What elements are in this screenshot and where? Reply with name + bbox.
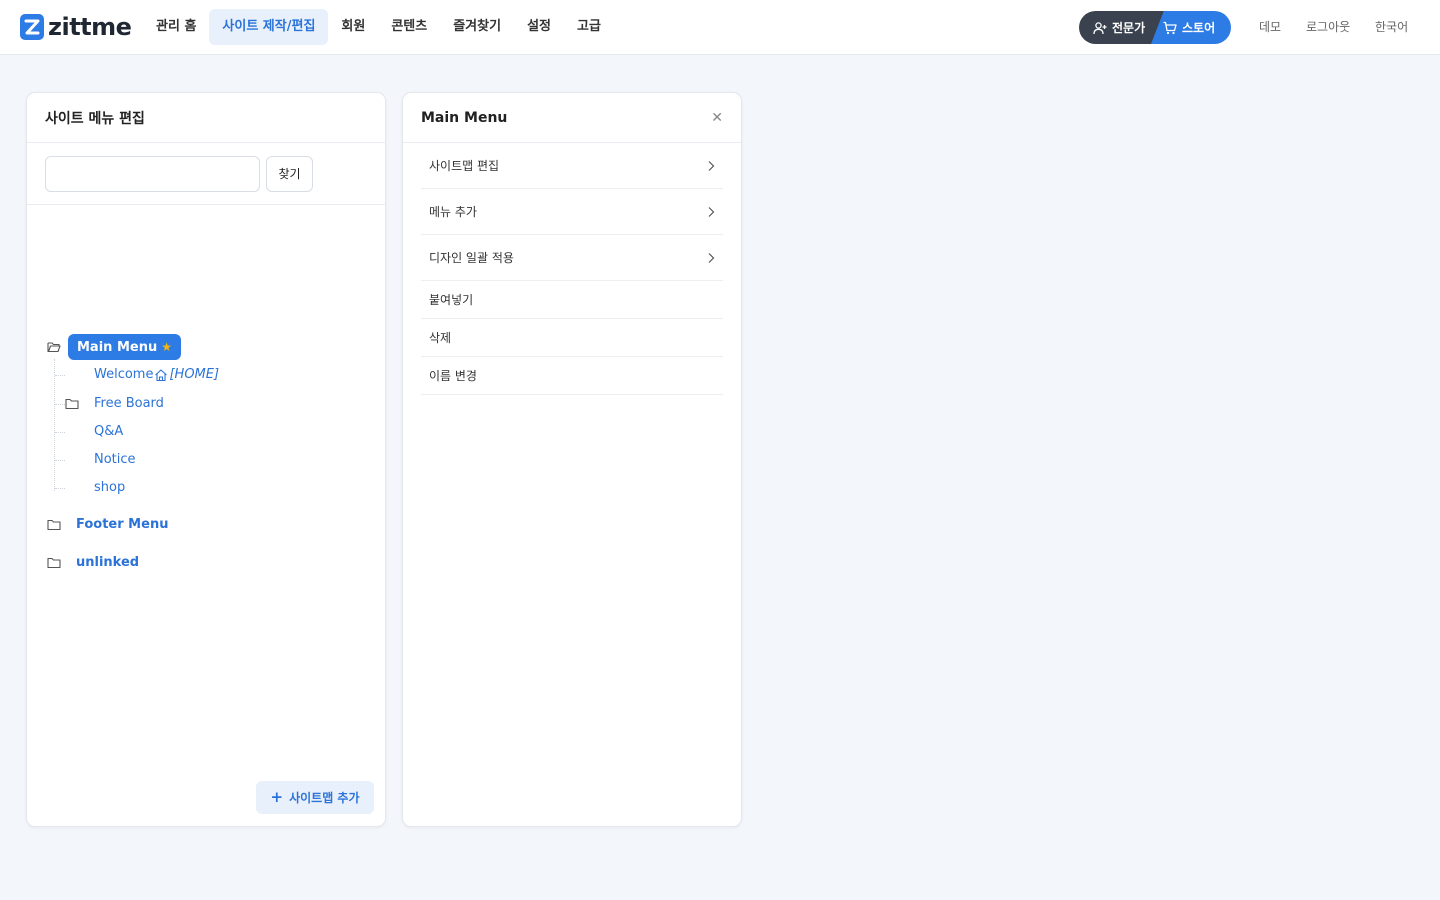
tree-item-label: Free Board [94,396,164,411]
nav-item-advanced[interactable]: 고급 [564,9,614,45]
logo-icon [20,14,44,40]
action-label: 붙여넣기 [429,293,474,307]
add-sitemap-label: 사이트맵 추가 [289,791,360,805]
folder-icon [47,557,61,568]
logo-text: zittme [48,13,132,41]
tree-item-unlinked[interactable]: unlinked [47,555,139,570]
user-plus-icon [1093,21,1107,34]
panel-title: Main Menu [421,109,508,126]
main-nav: 관리 홈 사이트 제작/편집 회원 콘텐츠 즐겨찾기 설정 고급 [143,9,614,45]
folder-icon [65,398,79,409]
search-button[interactable]: 찾기 [266,155,313,192]
action-paste[interactable]: 붙여넣기 [421,281,723,319]
tree-item-label: shop [94,480,126,495]
chevron-right-icon [708,160,715,171]
panel-header: Main Menu ✕ [403,93,741,143]
store-button[interactable]: 스토어 [1163,11,1215,44]
tree-item-welcome[interactable]: Welcome [HOME] [94,367,219,382]
plus-icon: + [270,788,284,806]
nav-item-settings[interactable]: 설정 [514,9,564,45]
site-menu-editor-panel: 사이트 메뉴 편집 찾기 Main Menu ★ Welcome [HOME] … [26,92,386,827]
add-sitemap-button[interactable]: + 사이트맵 추가 [256,781,374,814]
main-menu-badge: Main Menu ★ [68,334,181,360]
action-label: 메뉴 추가 [429,205,477,219]
main-menu-label: Main Menu [77,339,158,355]
chevron-right-icon [708,252,715,263]
action-label: 디자인 일괄 적용 [429,251,514,265]
expert-button[interactable]: 전문가 [1093,11,1145,44]
expert-store-pill: 전문가 스토어 [1079,11,1231,44]
search-input[interactable] [45,155,260,192]
logout-link[interactable]: 로그아웃 [1306,0,1350,55]
tree-item-notice[interactable]: Notice [94,452,136,467]
nav-item-favorites[interactable]: 즐겨찾기 [440,9,514,45]
tree-item-label: Footer Menu [76,517,169,532]
action-add-menu[interactable]: 메뉴 추가 [421,189,723,235]
tree-item-main-menu[interactable]: Main Menu ★ [47,334,181,360]
nav-item-contents[interactable]: 콘텐츠 [378,9,440,45]
home-icon [155,368,168,381]
action-edit-sitemap[interactable]: 사이트맵 편집 [421,143,723,189]
panel-header: 사이트 메뉴 편집 [27,93,385,143]
star-icon: ★ [161,340,172,354]
tree-item-label: Q&A [94,424,124,439]
close-icon[interactable]: ✕ [711,111,723,125]
action-label: 삭제 [429,331,452,345]
panel-title: 사이트 메뉴 편집 [45,110,145,127]
top-bar: zittme 관리 홈 사이트 제작/편집 회원 콘텐츠 즐겨찾기 설정 고급 … [0,0,1440,55]
logo[interactable]: zittme [20,13,132,41]
tree-item-label: Notice [94,452,136,467]
language-selector[interactable]: 한국어 [1375,0,1408,55]
cart-icon [1163,21,1177,34]
action-label: 사이트맵 편집 [429,159,500,173]
expert-label: 전문가 [1112,21,1146,35]
nav-item-members[interactable]: 회원 [328,9,378,45]
tree-item-shop[interactable]: shop [94,480,125,495]
tree-item-label: Welcome [94,367,154,382]
chevron-right-icon [708,206,715,217]
home-tag: [HOME] [169,367,220,382]
store-label: 스토어 [1182,21,1216,35]
nav-item-site-build[interactable]: 사이트 제작/편집 [209,9,329,45]
action-label: 이름 변경 [429,369,477,383]
action-delete[interactable]: 삭제 [421,319,723,357]
tree-item-qna[interactable]: Q&A [94,424,123,439]
action-rename[interactable]: 이름 변경 [421,357,723,395]
action-list: 사이트맵 편집 메뉴 추가 디자인 일괄 적용 붙여넣기 삭제 이름 변경 [403,143,741,395]
action-apply-design[interactable]: 디자인 일괄 적용 [421,235,723,281]
tree-item-footer-menu[interactable]: Footer Menu [47,517,168,532]
demo-link[interactable]: 데모 [1259,0,1281,55]
folder-icon [47,519,61,530]
main-menu-context-panel: Main Menu ✕ 사이트맵 편집 메뉴 추가 디자인 일괄 적용 붙여넣기… [402,92,742,827]
nav-item-admin-home[interactable]: 관리 홈 [143,9,209,45]
folder-open-icon [47,342,61,353]
tree-item-label: unlinked [76,555,140,570]
search-row: 찾기 [27,143,385,205]
tree-item-free-board[interactable]: Free Board [65,396,164,411]
